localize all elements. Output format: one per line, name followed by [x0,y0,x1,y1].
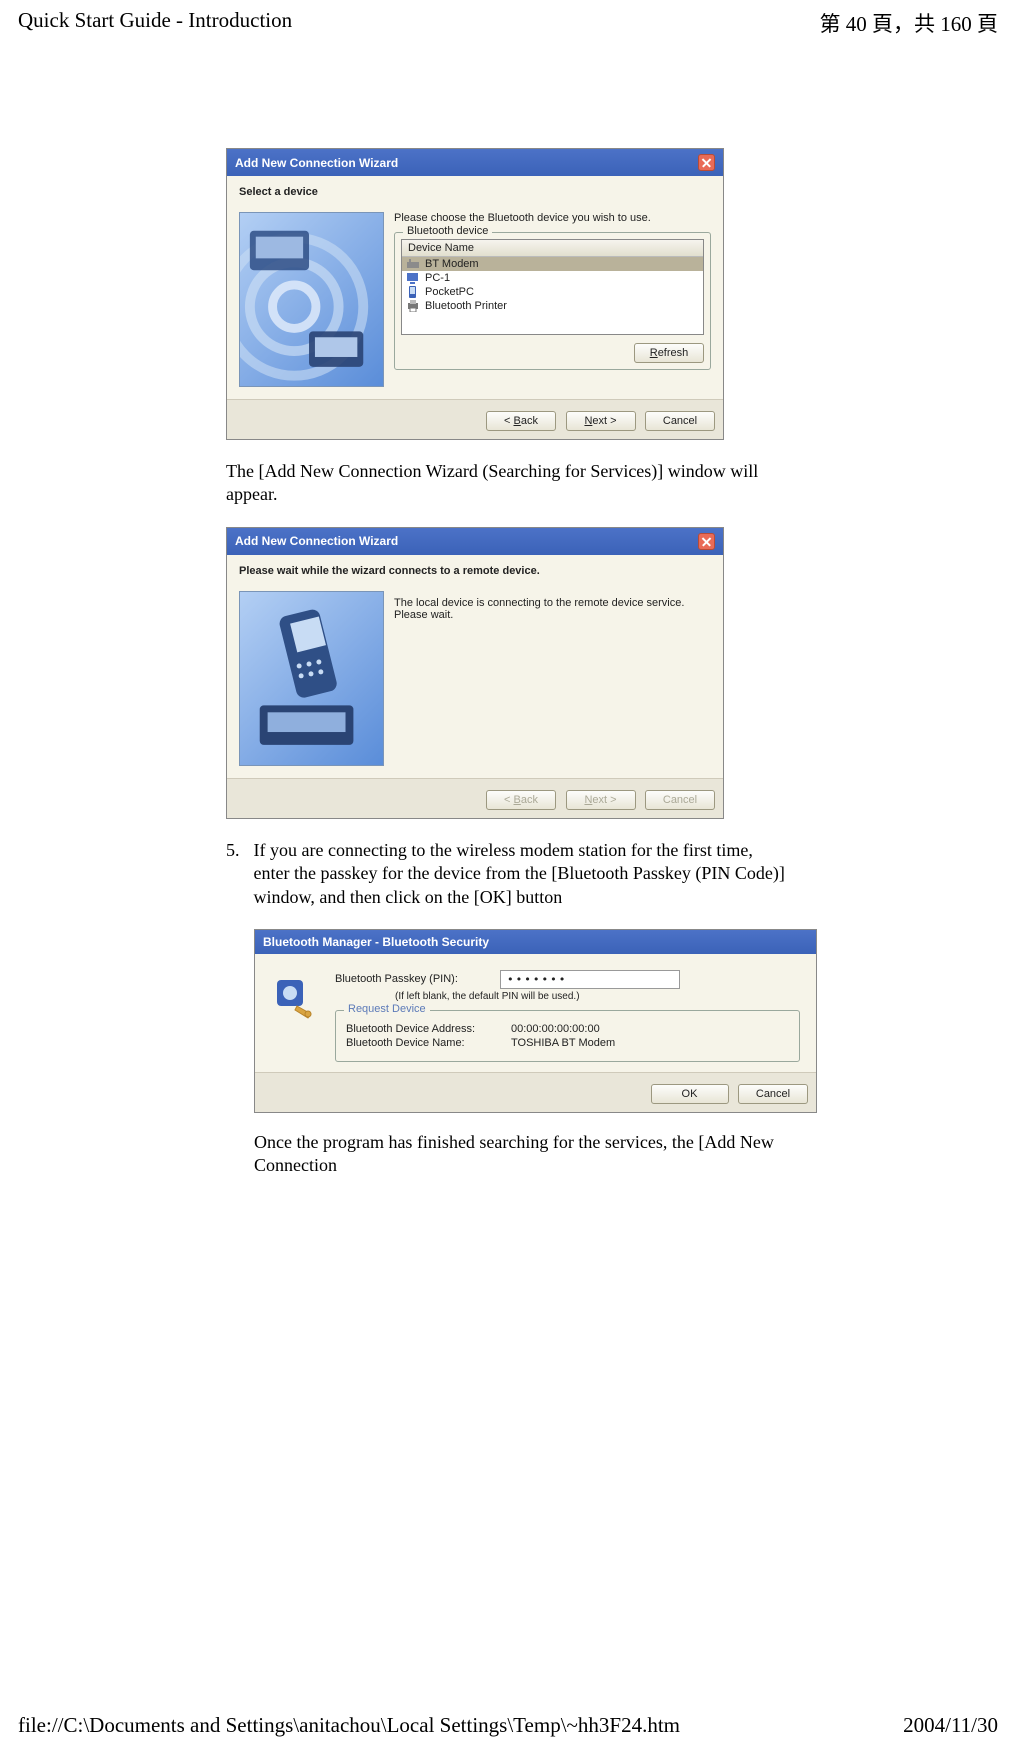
security-key-icon [271,974,317,1020]
step-text: If you are connecting to the wireless mo… [254,839,787,909]
next-button[interactable]: Next > [566,411,636,431]
close-icon[interactable] [698,533,715,550]
wizard-illustration [239,212,384,387]
pin-hint: (If left blank, the default PIN will be … [395,991,800,1002]
back-button: < Back [486,790,556,810]
wizard-connecting: Add New Connection Wizard Please wait wh… [226,527,724,819]
device-list[interactable]: Device Name BT Modem PC-1 PocketPC Bluet… [401,239,704,335]
name-label: Bluetooth Device Name: [346,1037,501,1049]
modem-icon [406,258,420,270]
window-title: Bluetooth Manager - Bluetooth Security [263,935,489,949]
pc-icon [406,272,420,284]
cancel-button: Cancel [645,790,715,810]
step-heading: Select a device [239,186,711,198]
wizard-illustration [239,591,384,766]
back-button[interactable]: < Back [486,411,556,431]
fieldset-legend: Bluetooth device [403,225,492,237]
list-item[interactable]: PC-1 [402,271,703,285]
column-header: Device Name [402,240,703,257]
footer-date: 2004/11/30 [903,1713,998,1738]
close-icon[interactable] [698,154,715,171]
doc-title: Quick Start Guide - Introduction [18,8,292,38]
next-button: Next > [566,790,636,810]
body-text: The [Add New Connection Wizard (Searchin… [226,460,786,507]
step-heading: Please wait while the wizard connects to… [239,565,711,577]
body-text-truncated: Once the program has finished searching … [254,1131,814,1178]
bluetooth-security-dialog: Bluetooth Manager - Bluetooth Security B… [254,929,817,1113]
window-title: Add New Connection Wizard [235,156,398,170]
pin-label: Bluetooth Passkey (PIN): [335,973,490,985]
list-item[interactable]: Bluetooth Printer [402,299,703,313]
instruction-text: Please choose the Bluetooth device you w… [394,212,711,224]
pda-icon [406,286,420,298]
status-message: Please wait. [394,609,711,621]
addr-value: 00:00:00:00:00:00 [511,1023,600,1035]
printer-icon [406,300,420,312]
cancel-button[interactable]: Cancel [645,411,715,431]
file-path: file://C:\Documents and Settings\anitach… [18,1713,680,1738]
ok-button[interactable]: OK [651,1084,729,1104]
name-value: TOSHIBA BT Modem [511,1037,615,1049]
list-item[interactable]: PocketPC [402,285,703,299]
step-5: 5. If you are connecting to the wireless… [226,839,786,909]
status-message: The local device is connecting to the re… [394,597,711,609]
cancel-button[interactable]: Cancel [738,1084,808,1104]
request-legend: Request Device [344,1003,430,1015]
pin-input[interactable]: ••••••• [500,970,680,989]
step-number: 5. [226,839,240,909]
refresh-button[interactable]: Refresh [634,343,704,363]
page-indicator: 第 40 頁，共 160 頁 [820,8,999,38]
wizard-select-device: Add New Connection Wizard Select a devic… [226,148,724,440]
window-title: Add New Connection Wizard [235,534,398,548]
list-item[interactable]: BT Modem [402,257,703,271]
addr-label: Bluetooth Device Address: [346,1023,501,1035]
